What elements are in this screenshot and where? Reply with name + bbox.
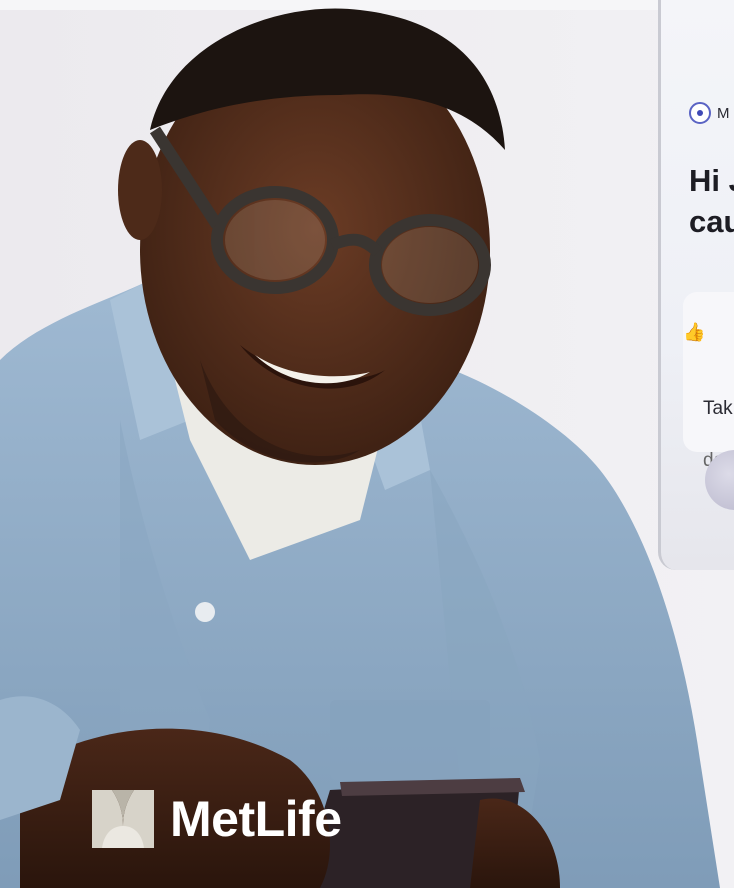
photo-man-with-phone	[0, 0, 734, 888]
tip-line-1: Tak	[703, 398, 733, 419]
metlife-logo-icon	[92, 790, 154, 848]
app-brand-row: M	[689, 102, 730, 124]
greeting-heading: Hi J cau	[689, 163, 734, 239]
brand-wordmark: MetLife	[170, 791, 342, 847]
app-brand-initial: M	[717, 104, 730, 122]
hero-image: M Hi J cau 👍 Tak dat MetLife	[0, 0, 734, 888]
phone-screen-card: M Hi J cau 👍 Tak dat	[658, 0, 734, 570]
thumbs-up-icon: 👍	[683, 322, 706, 342]
radio-dot-icon	[689, 102, 711, 124]
brand-logo: MetLife	[92, 790, 342, 848]
